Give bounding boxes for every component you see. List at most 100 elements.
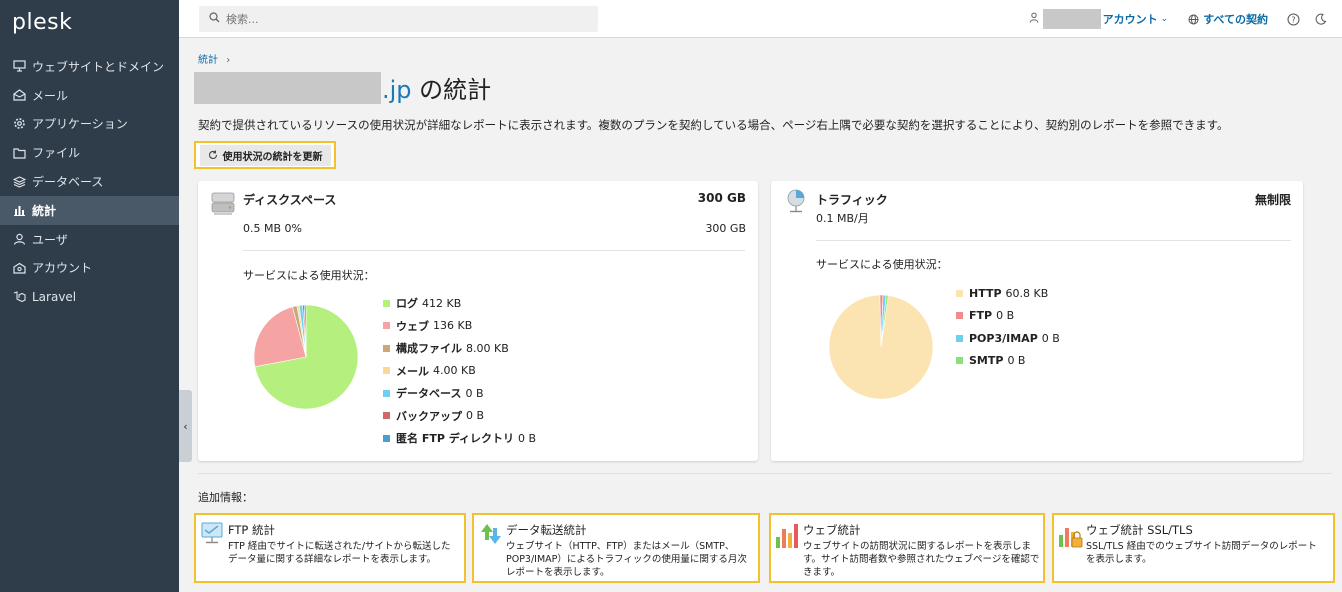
breadcrumb-item-statistics[interactable]: 統計 xyxy=(198,55,218,66)
sidebar-item-label: アカウント xyxy=(32,261,93,276)
web-stats-card[interactable]: ウェブ統計 ウェブサイトの訪問状況に関するレポートを表示します。サイト訪問者数や… xyxy=(769,513,1045,583)
breadcrumb-separator: › xyxy=(226,55,231,66)
legend-name: ログ xyxy=(396,297,418,311)
legend-item: ウェブ 136 KB xyxy=(383,315,536,338)
page-title: .jp の統計 xyxy=(382,70,491,105)
ftp-stats-desc: FTP 経由でサイトに転送された/サイトから転送したデータ量に関する詳細なレポー… xyxy=(228,541,451,565)
sidebar-item-applications[interactable]: アプリケーション xyxy=(0,110,179,139)
sidebar-item-mail[interactable]: メール xyxy=(0,81,179,110)
legend-item: 構成ファイル 8.00 KB xyxy=(383,337,536,360)
sidebar-item-label: アプリケーション xyxy=(32,117,128,132)
folder-icon xyxy=(12,146,26,160)
ftp-stats-title: FTP 統計 xyxy=(228,523,276,537)
laravel-icon xyxy=(12,290,26,304)
sidebar-item-label: ユーザ xyxy=(32,232,68,247)
disk-space-card: ディスクスペース 300 GB 0.5 MB 0% 300 GB サービスによる… xyxy=(198,181,758,461)
refresh-icon xyxy=(208,150,218,160)
svg-text:?: ? xyxy=(1291,15,1295,24)
bar-chart-icon xyxy=(12,203,26,217)
sidebar-nav: ウェブサイトとドメイン メール アプリケーション ファイル データベース 統計 … xyxy=(0,52,179,311)
sidebar-collapse-button[interactable]: ‹ xyxy=(179,390,192,462)
sidebar-item-databases[interactable]: データベース xyxy=(0,167,179,196)
transfer-stats-card[interactable]: データ転送統計 ウェブサイト（HTTP、FTP）またはメール（SMTP、POP3… xyxy=(472,513,760,583)
extra-info-label: 追加情報： xyxy=(198,491,253,504)
legend-value: 0 B xyxy=(996,309,1015,323)
legend-swatch xyxy=(383,434,390,442)
sidebar-item-label: Laravel xyxy=(32,289,77,304)
account-label: アカウント xyxy=(1102,13,1158,26)
subscriptions-label: すべての契約 xyxy=(1203,13,1268,26)
refresh-stats-button[interactable]: 使用状況の統計を更新 xyxy=(194,141,336,169)
legend-item: HTTP 60.8 KB xyxy=(956,282,1060,305)
transfer-stats-desc: ウェブサイト（HTTP、FTP）またはメール（SMTP、POP3/IMAP）によ… xyxy=(506,541,747,578)
legend-swatch xyxy=(383,299,390,307)
search-input[interactable] xyxy=(226,12,586,26)
legend-item: SMTP 0 B xyxy=(956,350,1060,373)
sidebar-item-label: 統計 xyxy=(32,203,57,218)
legend-value: 8.00 KB xyxy=(466,341,509,355)
disk-service-label: サービスによる使用状況： xyxy=(243,269,375,282)
legend-swatch xyxy=(956,334,963,342)
topbar-right: アカウント ⌄ すべての契約 ? xyxy=(1029,0,1342,38)
disk-title: ディスクスペース xyxy=(243,193,337,207)
traffic-service-label: サービスによる使用状況： xyxy=(816,258,948,271)
legend-value: 4.00 KB xyxy=(433,364,476,378)
legend-name: ウェブ xyxy=(396,319,429,333)
ssl-web-stats-title: ウェブ統計 SSL/TLS xyxy=(1086,523,1193,537)
dark-mode-icon[interactable] xyxy=(1314,12,1328,26)
legend-item: データベース 0 B xyxy=(383,382,536,405)
legend-swatch xyxy=(383,367,390,375)
disk-pie-chart xyxy=(253,304,359,410)
ftp-stats-card[interactable]: FTP 統計 FTP 経由でサイトに転送された/サイトから転送したデータ量に関す… xyxy=(194,513,466,583)
transfer-stats-icon xyxy=(478,521,504,550)
legend-item: POP3/IMAP 0 B xyxy=(956,327,1060,350)
account-menu[interactable]: アカウント ⌄ xyxy=(1029,9,1169,29)
help-icon[interactable]: ? xyxy=(1286,12,1300,26)
sidebar-item-account[interactable]: アカウント xyxy=(0,254,179,283)
chevron-left-icon: ‹ xyxy=(183,419,188,433)
topbar: アカウント ⌄ すべての契約 ? xyxy=(179,0,1342,38)
legend-swatch xyxy=(383,322,390,330)
legend-name: HTTP xyxy=(969,286,1002,300)
legend-value: 0 B xyxy=(1007,354,1026,368)
web-stats-desc: ウェブサイトの訪問状況に関するレポートを表示します。サイト訪問者数や参照されたウ… xyxy=(803,541,1040,578)
plesk-logo[interactable]: plesk xyxy=(12,10,72,35)
sidebar-item-label: ファイル xyxy=(32,146,81,161)
ssl-stats-icon xyxy=(1058,521,1084,552)
legend-value: 0 B xyxy=(466,409,485,423)
sidebar: plesk ウェブサイトとドメイン メール アプリケーション ファイル データベ… xyxy=(0,0,179,592)
sidebar-item-users[interactable]: ユーザ xyxy=(0,225,179,254)
breadcrumb: 統計 › xyxy=(198,51,230,66)
hard-disk-icon xyxy=(210,190,236,219)
legend-name: バックアップ xyxy=(396,409,462,423)
legend-name: POP3/IMAP xyxy=(969,331,1038,345)
chevron-down-icon: ⌄ xyxy=(1160,14,1169,24)
traffic-card: トラフィック 無制限 0.1 MB/月 サービスによる使用状況： HTTP 60.… xyxy=(771,181,1303,461)
sidebar-item-files[interactable]: ファイル xyxy=(0,138,179,167)
divider xyxy=(243,250,745,251)
traffic-icon xyxy=(785,188,807,217)
page-description: 契約で提供されているリソースの使用状況が詳細なレポートに表示されます。複数のプラ… xyxy=(198,118,1229,132)
sidebar-item-laravel[interactable]: Laravel xyxy=(0,282,179,311)
refresh-button-label: 使用状況の統計を更新 xyxy=(222,151,323,163)
disk-legend: ログ 412 KB ウェブ 136 KB 構成ファイル 8.00 KB メール 4.00 KB… xyxy=(383,292,536,450)
legend-value: 0 B xyxy=(465,386,484,400)
traffic-legend: HTTP 60.8 KB FTP 0 B POP3/IMAP 0 B SMTP 0 B xyxy=(956,282,1060,372)
search-box[interactable] xyxy=(199,6,598,32)
legend-item: メール 4.00 KB xyxy=(383,360,536,383)
gear-icon xyxy=(12,117,26,131)
legend-value: 412 KB xyxy=(422,296,462,310)
sidebar-item-label: データベース xyxy=(32,175,104,190)
sidebar-item-websites[interactable]: ウェブサイトとドメイン xyxy=(0,52,179,81)
legend-name: SMTP xyxy=(969,354,1004,368)
divider xyxy=(816,240,1291,241)
legend-value: 0 B xyxy=(1041,331,1060,345)
sidebar-item-statistics[interactable]: 統計 xyxy=(0,195,179,225)
title-rest: の統計 xyxy=(411,76,492,104)
web-stats-icon xyxy=(775,521,801,552)
subscriptions-menu[interactable]: すべての契約 xyxy=(1188,11,1268,27)
legend-name: FTP xyxy=(969,309,993,323)
traffic-total: 無制限 xyxy=(1254,193,1291,207)
domain-suffix: .jp xyxy=(382,76,412,104)
ssl-web-stats-card[interactable]: ウェブ統計 SSL/TLS SSL/TLS 経由でのウェブサイト訪問データのレポ… xyxy=(1052,513,1335,583)
